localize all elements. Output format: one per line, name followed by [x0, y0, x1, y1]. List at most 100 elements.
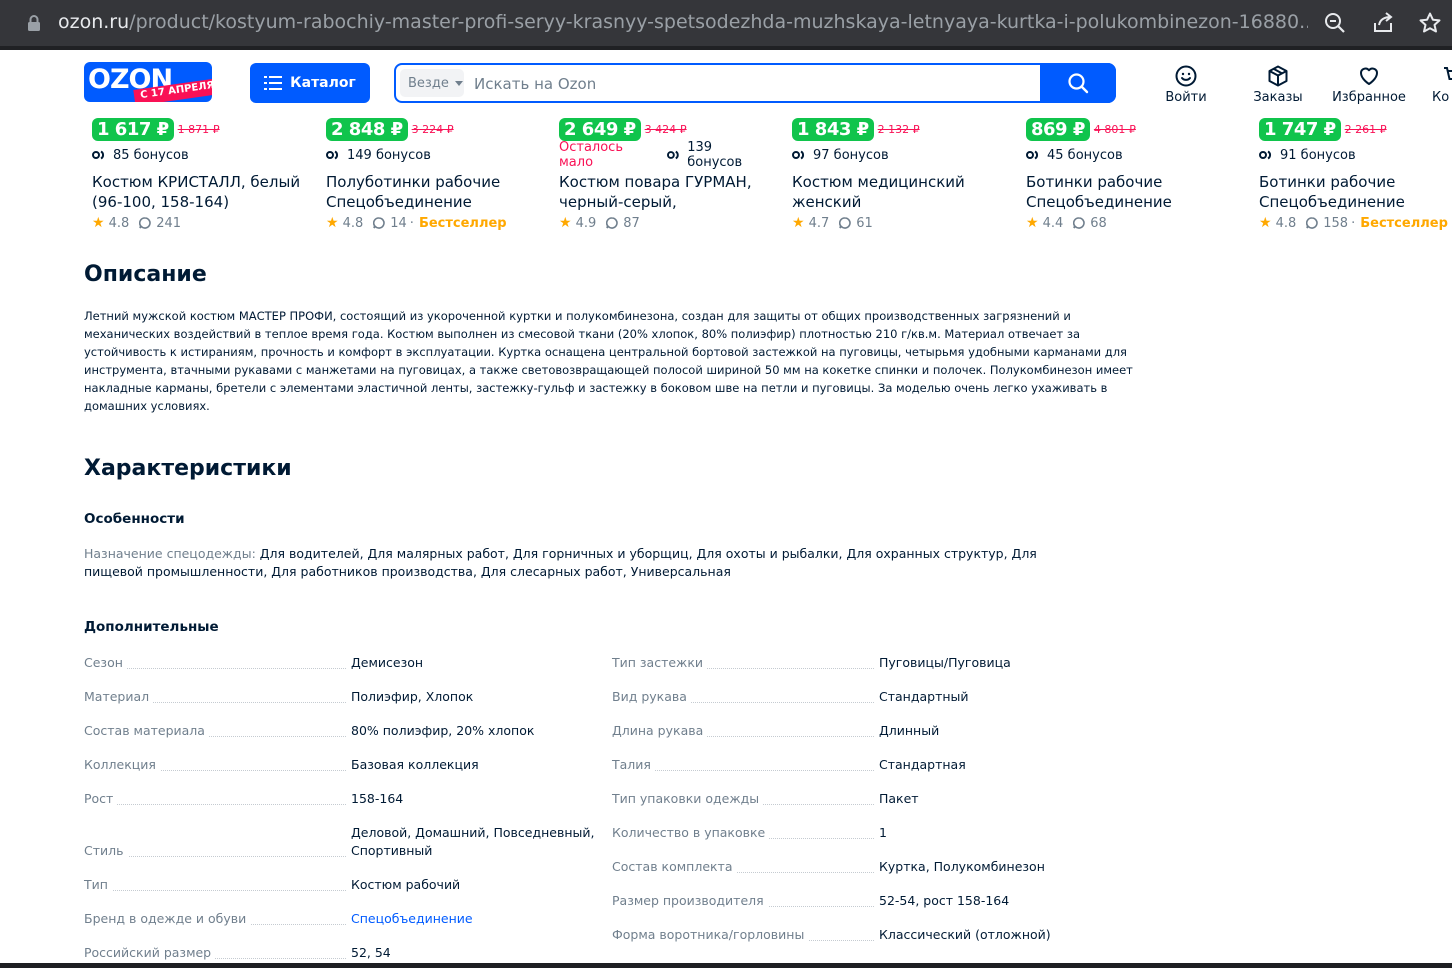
share-icon[interactable]	[1371, 11, 1395, 35]
spec-value: Длинный	[879, 722, 1124, 740]
spec-value: Куртка, Полукомбинезон	[879, 858, 1124, 876]
chevron-down-icon	[454, 80, 463, 86]
orders-action[interactable]: Заказы	[1238, 64, 1318, 105]
product-title[interactable]: Ботинки рабочие Спецобъединение	[1026, 172, 1236, 212]
product-card[interactable]: 1 617 ₽1 871 ₽ 85 бонусов Костюм КРИСТАЛЛ,…	[92, 116, 302, 231]
spec-key: Длина рукава	[612, 722, 708, 740]
spec-key: Талия	[612, 756, 655, 774]
spec-key: Стиль	[84, 842, 128, 860]
bonus-row: 91 бонусов	[1259, 147, 1452, 163]
product-card[interactable]: 869 ₽4 801 ₽ 45 бонусов Ботинки рабочие Сп…	[1026, 116, 1236, 231]
star-icon: ★	[1026, 215, 1039, 231]
spec-value: 52, 54	[351, 944, 596, 962]
product-old-price: 3 224 ₽	[411, 122, 454, 136]
product-reviews: 241	[156, 215, 182, 231]
product-card[interactable]: 1 843 ₽2 132 ₽ 97 бонусов Костюм медицинск…	[792, 116, 1002, 231]
ozon-logo[interactable]: OZON С 17 АПРЕЛЯ	[84, 62, 212, 102]
spec-key: Тип упаковки одежды	[612, 790, 764, 808]
spec-key: Состав комплекта	[612, 858, 737, 876]
menu-icon	[264, 76, 283, 90]
product-title[interactable]: Костюм повара ГУРМАН, черный-серый, спец…	[559, 172, 769, 212]
rating-row: ★ 4.9 87	[559, 215, 769, 231]
bonus-icon	[666, 150, 679, 160]
search-button[interactable]	[1040, 63, 1116, 103]
spec-value: Полиэфир, Хлопок	[351, 688, 596, 706]
rating-row: ★ 4.8 241	[92, 215, 302, 231]
features-title: Особенности	[84, 511, 185, 527]
product-rating: 4.7	[808, 215, 830, 231]
description-heading: Описание	[84, 262, 207, 287]
zoom-icon[interactable]	[1323, 11, 1347, 35]
product-reviews: 68	[1090, 215, 1107, 231]
price-row: 1 747 ₽2 261 ₽	[1259, 116, 1452, 142]
spec-value[interactable]: Спецобъединение	[351, 910, 596, 928]
price-row: 2 649 ₽3 424 ₽	[559, 116, 769, 142]
product-reviews: 87	[623, 215, 640, 231]
catalog-label: Каталог	[290, 75, 356, 91]
bookmark-star-icon[interactable]	[1418, 11, 1442, 35]
search-scope-select[interactable]: Везде	[400, 69, 464, 97]
price-row: 2 848 ₽3 224 ₽	[326, 116, 536, 142]
comment-icon	[1306, 217, 1318, 229]
comment-icon	[1073, 217, 1085, 229]
spec-key: Вид рукава	[612, 688, 691, 706]
product-bonus: 85 бонусов	[113, 147, 189, 163]
spec-value: 158-164	[351, 790, 596, 808]
bonus-icon	[326, 150, 339, 160]
catalog-button[interactable]: Каталог	[250, 63, 370, 103]
search-input[interactable]	[472, 71, 1036, 97]
url-path: /product/kostyum-rabochiy-master-profi-s…	[129, 11, 1308, 33]
bestseller-badge: Бестселлер	[1360, 215, 1448, 231]
spec-value-text: 52, 54	[351, 945, 391, 960]
spec-value-text: Куртка, Полукомбинезон	[879, 859, 1045, 874]
price-row: 1 617 ₽1 871 ₽	[92, 116, 302, 142]
spec-value-text: Демисезон	[351, 655, 424, 670]
cart-label: Ко	[1432, 90, 1450, 105]
spec-key: Тип	[84, 876, 112, 894]
specs-heading: Характеристики	[84, 456, 292, 481]
favorites-action[interactable]: Избранное	[1329, 64, 1409, 105]
product-bonus: 149 бонусов	[347, 147, 431, 163]
spec-key: Рост	[84, 790, 118, 808]
product-old-price: 4 801 ₽	[1093, 122, 1136, 136]
brand-link[interactable]: Спецобъединение	[351, 911, 473, 926]
product-old-price: 3 424 ₽	[644, 122, 687, 136]
cart-icon	[1444, 67, 1452, 80]
description-text: Летний мужской костюм МАСТЕР ПРОФИ, сост…	[84, 309, 1133, 413]
spec-value: Стандартный	[879, 688, 1124, 706]
product-old-price: 1 871 ₽	[177, 122, 220, 136]
dotted-leader	[84, 803, 346, 805]
spec-value: Классический (отложной)	[879, 926, 1124, 944]
product-card[interactable]: 2 848 ₽3 224 ₽ 149 бонусов Полуботинки раб…	[326, 116, 536, 231]
spec-value-text: Пакет	[879, 791, 919, 806]
spec-value: Демисезон	[351, 654, 596, 672]
product-rating: 4.4	[1042, 215, 1064, 231]
heart-icon	[1360, 67, 1378, 85]
spec-value-text: Длинный	[879, 723, 940, 738]
product-rating: 4.8	[108, 215, 130, 231]
spec-key: Тип застежки	[612, 654, 707, 672]
spec-value-text: Деловой, Домашний, Повседневный, Спортив…	[351, 825, 595, 858]
product-title[interactable]: Ботинки рабочие Спецобъединение	[1259, 172, 1452, 212]
spec-value-text: 1	[879, 825, 887, 840]
product-bonus: 91 бонусов	[1280, 147, 1356, 163]
url-field[interactable]: ozon.ru/product/kostyum-rabochiy-master-…	[58, 11, 1308, 33]
product-card[interactable]: 2 649 ₽3 424 ₽ Осталось мало 139 бонусов Ко…	[559, 116, 769, 231]
cart-action[interactable]: Ко	[1432, 64, 1452, 105]
spec-key: Коллекция	[84, 756, 160, 774]
comment-icon	[373, 217, 385, 229]
product-title[interactable]: Костюм КРИСТАЛЛ, белый (96-100, 158-164)	[92, 172, 302, 212]
product-card[interactable]: 1 747 ₽2 261 ₽ 91 бонусов Ботинки рабочие …	[1259, 116, 1452, 231]
product-price: 1 843 ₽	[792, 117, 874, 141]
product-title[interactable]: Полуботинки рабочие Спецобъединение	[326, 172, 536, 212]
product-price: 1 747 ₽	[1259, 117, 1341, 141]
site-header: OZON С 17 АПРЕЛЯ Каталог Везде Войти Зак…	[0, 50, 1452, 114]
product-title[interactable]: Костюм медицинский женский	[792, 172, 1002, 212]
few-left-label: Осталось мало	[559, 140, 623, 170]
login-label: Войти	[1165, 90, 1207, 105]
login-action[interactable]: Войти	[1146, 64, 1226, 105]
spec-value: Деловой, Домашний, Повседневный, Спортив…	[351, 824, 596, 860]
spec-value: Стандартная	[879, 756, 1124, 774]
product-old-price: 2 132 ₽	[877, 122, 920, 136]
browser-address-bar: ozon.ru/product/kostyum-rabochiy-master-…	[0, 0, 1452, 46]
